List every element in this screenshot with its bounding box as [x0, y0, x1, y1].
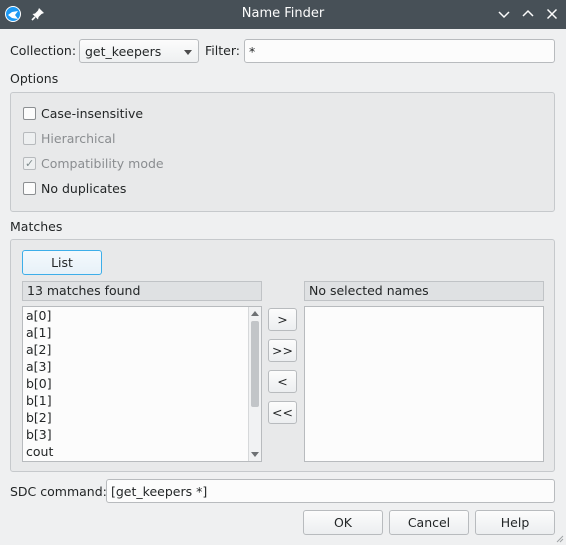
help-button[interactable]: Help	[475, 510, 555, 535]
close-icon[interactable]	[544, 6, 560, 22]
compatibility-mode-label: Compatibility mode	[41, 156, 164, 171]
remove-all-button[interactable]: <<	[268, 401, 297, 424]
no-duplicates-checkbox[interactable]	[23, 182, 36, 195]
matches-title: Matches	[10, 219, 63, 234]
remove-all-label: <<	[272, 405, 293, 420]
checkmark-icon: ✓	[25, 157, 35, 170]
matches-scrollbar[interactable]	[248, 307, 261, 461]
scrollbar-thumb[interactable]	[251, 321, 259, 407]
hierarchical-checkbox[interactable]	[23, 132, 36, 145]
sdc-command-input[interactable]	[107, 480, 554, 502]
selected-names-label: No selected names	[309, 283, 429, 298]
add-all-button[interactable]: >>	[268, 339, 297, 362]
no-duplicates-label: No duplicates	[41, 181, 127, 196]
list-item[interactable]: a[0]	[23, 307, 261, 324]
cancel-button[interactable]: Cancel	[389, 510, 469, 535]
ok-button-label: OK	[333, 515, 353, 530]
matches-group: List 13 matches found a[0] a[1] a[2] a[3…	[10, 239, 555, 472]
window-title: Name Finder	[241, 6, 325, 21]
filter-input[interactable]	[245, 40, 554, 62]
compatibility-mode-checkbox[interactable]: ✓	[23, 157, 36, 170]
scroll-up-arrow-icon[interactable]	[251, 311, 259, 316]
minimize-icon[interactable]	[496, 6, 512, 22]
list-item[interactable]: a[3]	[23, 358, 261, 375]
list-item[interactable]: cout	[23, 443, 261, 460]
case-insensitive-label: Case-insensitive	[41, 106, 144, 121]
add-all-label: >>	[272, 343, 293, 358]
collection-value: get_keepers	[85, 44, 162, 59]
sdc-command-field[interactable]	[106, 479, 555, 503]
sdc-command-label: SDC command:	[10, 484, 107, 499]
options-title: Options	[10, 71, 59, 86]
add-selected-button[interactable]: >	[268, 308, 297, 331]
filter-field[interactable]	[244, 39, 555, 63]
list-item[interactable]: a[2]	[23, 341, 261, 358]
remove-selected-button[interactable]: <	[268, 370, 297, 393]
cancel-button-label: Cancel	[407, 515, 451, 530]
selected-names-list[interactable]	[304, 306, 544, 462]
ok-button[interactable]: OK	[303, 510, 383, 535]
selected-names-header: No selected names	[304, 281, 544, 301]
filter-label: Filter:	[205, 43, 240, 58]
list-item[interactable]: b[2]	[23, 409, 261, 426]
list-item[interactable]: b[1]	[23, 392, 261, 409]
matches-found-header: 13 matches found	[22, 281, 262, 301]
list-item[interactable]: a[1]	[23, 324, 261, 341]
maximize-icon[interactable]	[520, 6, 536, 22]
remove-selected-label: <	[277, 374, 288, 389]
matches-found-label: 13 matches found	[27, 283, 141, 298]
options-group: Case-insensitive Hierarchical ✓ Compatib…	[10, 92, 555, 212]
hierarchical-label: Hierarchical	[41, 131, 116, 146]
collection-label: Collection:	[10, 43, 77, 58]
collection-dropdown[interactable]: get_keepers	[79, 39, 199, 63]
add-selected-label: >	[277, 312, 288, 327]
title-bar: Name Finder	[0, 0, 566, 29]
case-insensitive-checkbox[interactable]	[23, 107, 36, 120]
chevron-down-icon	[184, 50, 192, 55]
resize-grip-icon[interactable]	[554, 533, 564, 543]
matches-list[interactable]: a[0] a[1] a[2] a[3] b[0] b[1] b[2] b[3] …	[22, 306, 262, 462]
scroll-down-arrow-icon[interactable]	[251, 452, 259, 457]
help-button-label: Help	[500, 515, 530, 530]
list-item[interactable]: b[0]	[23, 375, 261, 392]
list-button-label: List	[51, 255, 73, 270]
list-item[interactable]: b[3]	[23, 426, 261, 443]
list-button[interactable]: List	[22, 250, 102, 275]
